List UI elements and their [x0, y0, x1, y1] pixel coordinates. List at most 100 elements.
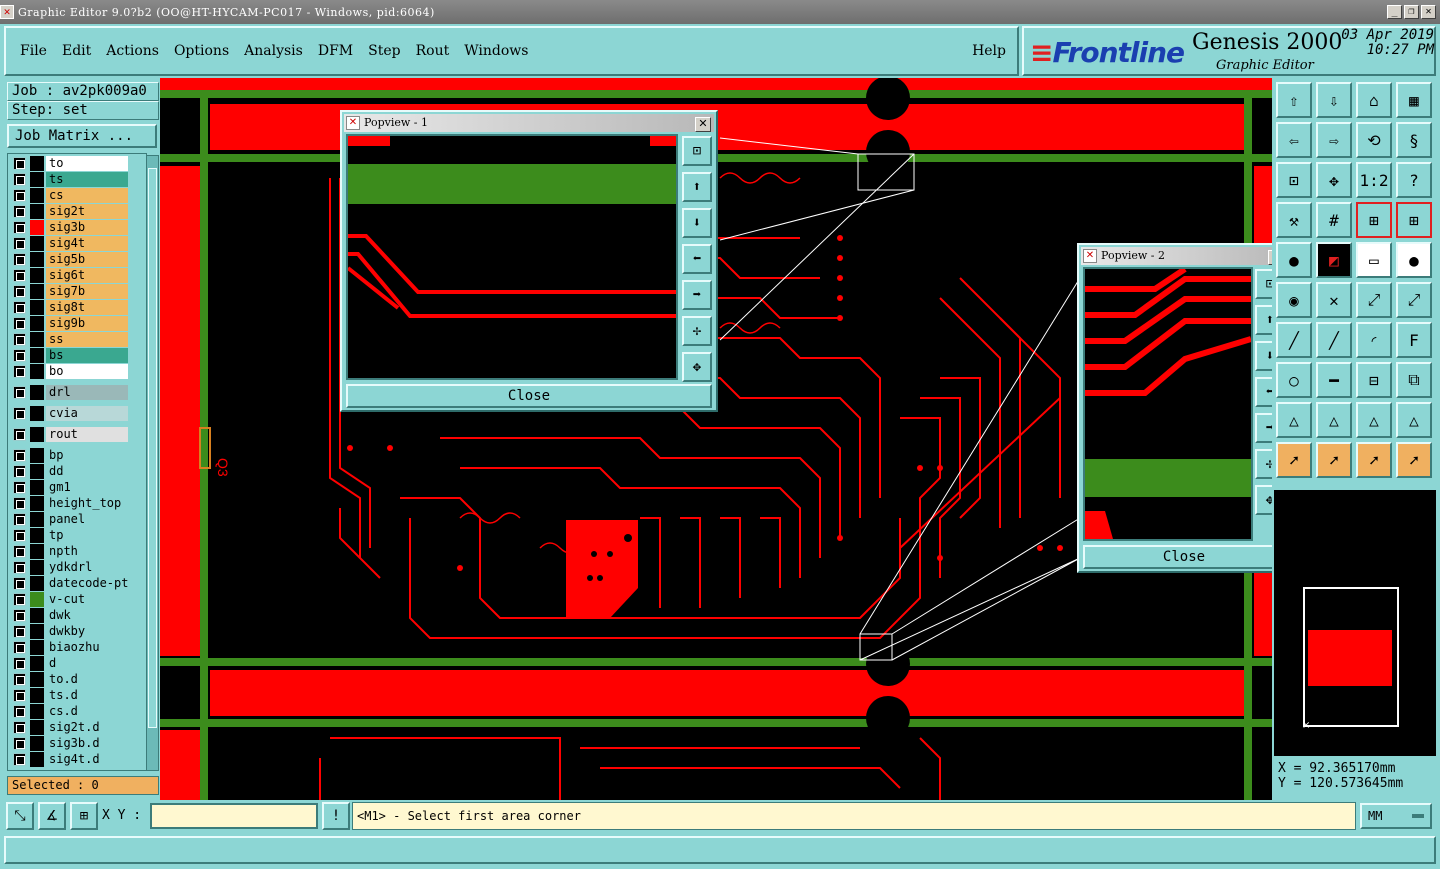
layer-checkbox[interactable]: [13, 349, 26, 362]
ratio-button[interactable]: 1:2: [1356, 162, 1392, 198]
zoom-fit-icon[interactable]: ⊡: [682, 136, 712, 166]
line-2-icon[interactable]: ╱: [1316, 322, 1352, 358]
layer-name[interactable]: d: [46, 656, 128, 671]
restore-icon[interactable]: ❐: [1404, 5, 1419, 19]
ruler-icon[interactable]: ▭: [1356, 242, 1392, 278]
pointer-net-icon[interactable]: ➚: [1396, 442, 1432, 478]
layer-name[interactable]: cs.d: [46, 704, 128, 719]
layer-row-sig2t-d[interactable]: sig2t.d: [8, 720, 146, 735]
pan-down-icon[interactable]: ⬇: [682, 208, 712, 238]
layer-row-sig4t[interactable]: sig4t: [8, 236, 146, 251]
overview-map[interactable]: ×: [1274, 490, 1436, 756]
close-icon[interactable]: ✕: [695, 117, 711, 132]
zoom-in-icon[interactable]: ✢: [682, 316, 712, 346]
triangle-3-icon[interactable]: △: [1356, 402, 1392, 438]
xy-input[interactable]: [150, 803, 318, 829]
layer-checkbox[interactable]: [13, 269, 26, 282]
pan-left-icon[interactable]: ⇦: [1276, 122, 1312, 158]
layer-list-scrollbar[interactable]: [146, 155, 159, 771]
layer-name[interactable]: ts.d: [46, 688, 128, 703]
layer-name[interactable]: rout: [46, 427, 128, 442]
menu-actions[interactable]: Actions: [106, 43, 159, 59]
layer-row-to[interactable]: to: [8, 156, 146, 171]
layer-row-ydkdrl[interactable]: ydkdrl: [8, 560, 146, 575]
measure-icon[interactable]: ⚒: [1276, 202, 1312, 238]
layer-row-dd[interactable]: dd: [8, 464, 146, 479]
layer-checkbox[interactable]: [13, 609, 26, 622]
layer-row-sig5b[interactable]: sig5b: [8, 252, 146, 267]
layer-name[interactable]: sig9b: [46, 316, 128, 331]
layer-row-cs[interactable]: cs: [8, 188, 146, 203]
menu-analysis[interactable]: Analysis: [244, 43, 303, 59]
pan-right-icon[interactable]: ⇨: [1316, 122, 1352, 158]
layer-checkbox[interactable]: [13, 529, 26, 542]
menu-options[interactable]: Options: [174, 43, 229, 59]
layer-checkbox[interactable]: [13, 285, 26, 298]
pad-icon[interactable]: ●: [1396, 242, 1432, 278]
layer-checkbox[interactable]: [13, 737, 26, 750]
layer-row-biaozhu[interactable]: biaozhu: [8, 640, 146, 655]
layer-row-ts-d[interactable]: ts.d: [8, 688, 146, 703]
layer-row-sig4t-d[interactable]: sig4t.d: [8, 752, 146, 767]
layer-row-datecode-pte[interactable]: datecode-pte: [8, 576, 146, 591]
layer-row-sig3b[interactable]: sig3b: [8, 220, 146, 235]
layer-checkbox[interactable]: [13, 237, 26, 250]
layer-row-sig9b[interactable]: sig9b: [8, 316, 146, 331]
line-icon[interactable]: ╱: [1276, 322, 1312, 358]
layer-name[interactable]: bs: [46, 348, 128, 363]
text-icon[interactable]: F: [1396, 322, 1432, 358]
select-box-icon[interactable]: ⊟: [1356, 362, 1392, 398]
layer-checkbox[interactable]: [13, 173, 26, 186]
draw-line-icon[interactable]: ◩: [1316, 242, 1352, 278]
zoom-out-icon[interactable]: ✥: [1316, 162, 1352, 198]
layer-name[interactable]: panel: [46, 512, 128, 527]
add-pad-icon[interactable]: ◉: [1276, 282, 1312, 318]
layer-row-cs-d[interactable]: cs.d: [8, 704, 146, 719]
layer-row-cvia[interactable]: cvia: [8, 406, 146, 421]
layer-name[interactable]: drl: [46, 385, 128, 400]
help-button[interactable]: ?: [1396, 162, 1432, 198]
layer-toggle-icon[interactable]: ⊞: [1356, 202, 1392, 238]
layer-toggle-2-icon[interactable]: ⊞: [1396, 202, 1432, 238]
layer-checkbox[interactable]: [13, 465, 26, 478]
menu-step[interactable]: Step: [368, 43, 400, 59]
layer-name[interactable]: bo: [46, 364, 128, 379]
layer-checkbox[interactable]: [13, 428, 26, 441]
layer-checkbox[interactable]: [13, 253, 26, 266]
layer-name[interactable]: sig4t.d: [46, 752, 128, 767]
popview-2-titlebar[interactable]: ✕Popview - 2✕: [1081, 247, 1287, 265]
layer-row-npth[interactable]: npth: [8, 544, 146, 559]
layer-name[interactable]: sig5b: [46, 252, 128, 267]
layer-checkbox[interactable]: [13, 157, 26, 170]
layer-row-to-d[interactable]: to.d: [8, 672, 146, 687]
fill-icon[interactable]: ●: [1276, 242, 1312, 278]
layer-checkbox[interactable]: [13, 753, 26, 766]
layer-name[interactable]: sig8t: [46, 300, 128, 315]
pointer-3-icon[interactable]: ➚: [1356, 442, 1392, 478]
layer-row-v-cut[interactable]: v-cut: [8, 592, 146, 607]
menu-help[interactable]: Help: [972, 43, 1006, 59]
pan-left-icon[interactable]: ⬅: [682, 244, 712, 274]
layer-name[interactable]: sig3b: [46, 220, 128, 235]
close-icon[interactable]: ✕: [1421, 5, 1436, 19]
layer-name[interactable]: sig2t.d: [46, 720, 128, 735]
popview-1-titlebar[interactable]: ✕ Popview - 1 ✕: [344, 114, 714, 132]
layer-row-sig3b-d[interactable]: sig3b.d: [8, 736, 146, 751]
layer-checkbox[interactable]: [13, 561, 26, 574]
grid-snap-icon[interactable]: ⊞: [70, 802, 98, 830]
layer-name[interactable]: sig6t: [46, 268, 128, 283]
layer-name[interactable]: to: [46, 156, 128, 171]
layer-name[interactable]: ts: [46, 172, 128, 187]
layer-name[interactable]: tp: [46, 528, 128, 543]
redraw-icon[interactable]: ⟲: [1356, 122, 1392, 158]
layer-name[interactable]: dwkby: [46, 624, 128, 639]
surface-icon[interactable]: ⧉: [1396, 362, 1432, 398]
popview-2-close-button[interactable]: Close: [1083, 545, 1285, 569]
delete-icon[interactable]: ✕: [1316, 282, 1352, 318]
layer-checkbox[interactable]: [13, 673, 26, 686]
layer-row-dwkby[interactable]: dwkby: [8, 624, 146, 639]
layer-name[interactable]: cs: [46, 188, 128, 203]
units-select[interactable]: MM: [1360, 803, 1432, 829]
layer-checkbox[interactable]: [13, 317, 26, 330]
layer-name[interactable]: height_top: [46, 496, 128, 511]
